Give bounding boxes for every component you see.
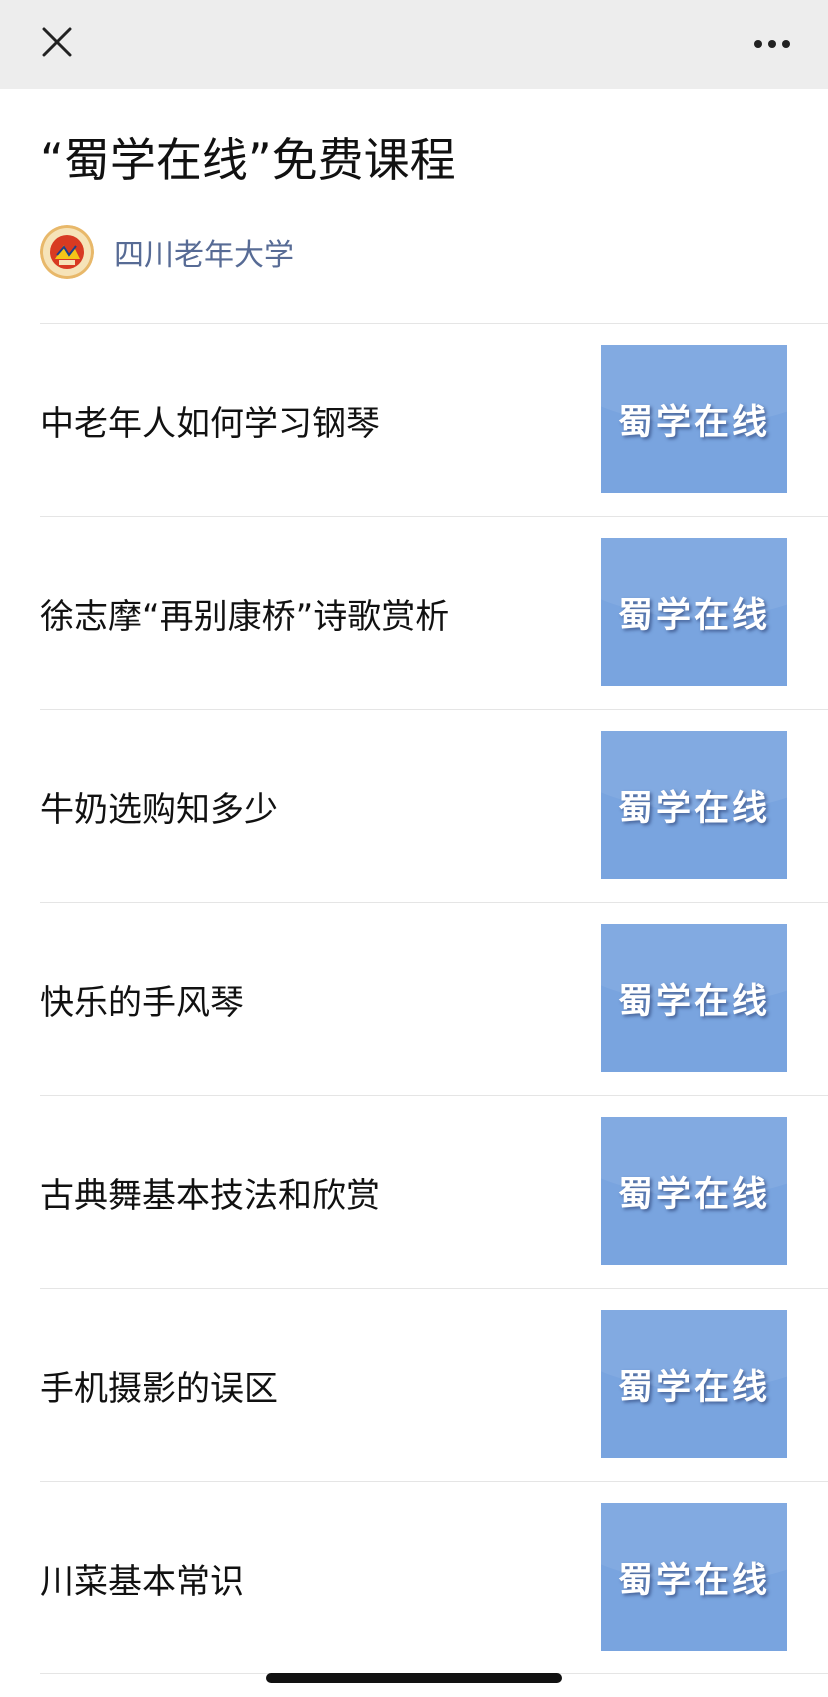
thumbnail-text: 蜀学在线: [617, 787, 770, 829]
top-bar: [0, 0, 828, 89]
course-item[interactable]: 快乐的手风琴 蜀学在线: [40, 902, 828, 1095]
author-avatar[interactable]: [40, 225, 94, 279]
close-button[interactable]: [30, 15, 84, 69]
course-title: 快乐的手风琴: [40, 983, 244, 1023]
course-item[interactable]: 牛奶选购知多少 蜀学在线: [40, 709, 828, 902]
close-icon: [42, 27, 72, 57]
course-title: 徐志摩“再别康桥”诗歌赏析: [40, 597, 450, 637]
page: “蜀学在线”免费课程 四川老年大学 中老年人如何学习钢琴 蜀学在线 徐志摩“再别…: [0, 0, 828, 1697]
course-title: 中老年人如何学习钢琴: [40, 404, 380, 444]
article-title: “蜀学在线”免费课程: [40, 133, 456, 187]
course-title: 牛奶选购知多少: [40, 790, 278, 830]
course-item[interactable]: 手机摄影的误区 蜀学在线: [40, 1288, 828, 1481]
course-thumbnail[interactable]: 蜀学在线: [601, 345, 787, 493]
thumbnail-text: 蜀学在线: [617, 980, 770, 1022]
more-horizontal-icon: [754, 40, 790, 48]
author-row[interactable]: 四川老年大学: [40, 224, 294, 280]
university-logo-icon: [40, 225, 94, 279]
course-title: 川菜基本常识: [40, 1562, 244, 1602]
course-title: 手机摄影的误区: [40, 1369, 278, 1409]
course-list: 中老年人如何学习钢琴 蜀学在线 徐志摩“再别康桥”诗歌赏析 蜀学在线 牛奶选购知…: [40, 323, 828, 1674]
course-thumbnail[interactable]: 蜀学在线: [601, 924, 787, 1072]
thumbnail-text: 蜀学在线: [617, 1173, 770, 1215]
author-name-link[interactable]: 四川老年大学: [114, 230, 294, 274]
thumbnail-text: 蜀学在线: [617, 594, 770, 636]
course-item[interactable]: 川菜基本常识 蜀学在线: [40, 1481, 828, 1674]
course-thumbnail[interactable]: 蜀学在线: [601, 1310, 787, 1458]
course-thumbnail[interactable]: 蜀学在线: [601, 538, 787, 686]
course-item[interactable]: 中老年人如何学习钢琴 蜀学在线: [40, 323, 828, 516]
thumbnail-text: 蜀学在线: [617, 1366, 770, 1408]
course-thumbnail[interactable]: 蜀学在线: [601, 1117, 787, 1265]
home-indicator[interactable]: [266, 1673, 562, 1683]
course-title: 古典舞基本技法和欣赏: [40, 1176, 380, 1216]
course-thumbnail[interactable]: 蜀学在线: [601, 731, 787, 879]
course-item[interactable]: 徐志摩“再别康桥”诗歌赏析 蜀学在线: [40, 516, 828, 709]
thumbnail-text: 蜀学在线: [617, 1559, 770, 1601]
course-thumbnail[interactable]: 蜀学在线: [601, 1503, 787, 1651]
more-options-button[interactable]: [742, 20, 802, 68]
thumbnail-text: 蜀学在线: [617, 401, 770, 443]
course-item[interactable]: 古典舞基本技法和欣赏 蜀学在线: [40, 1095, 828, 1288]
